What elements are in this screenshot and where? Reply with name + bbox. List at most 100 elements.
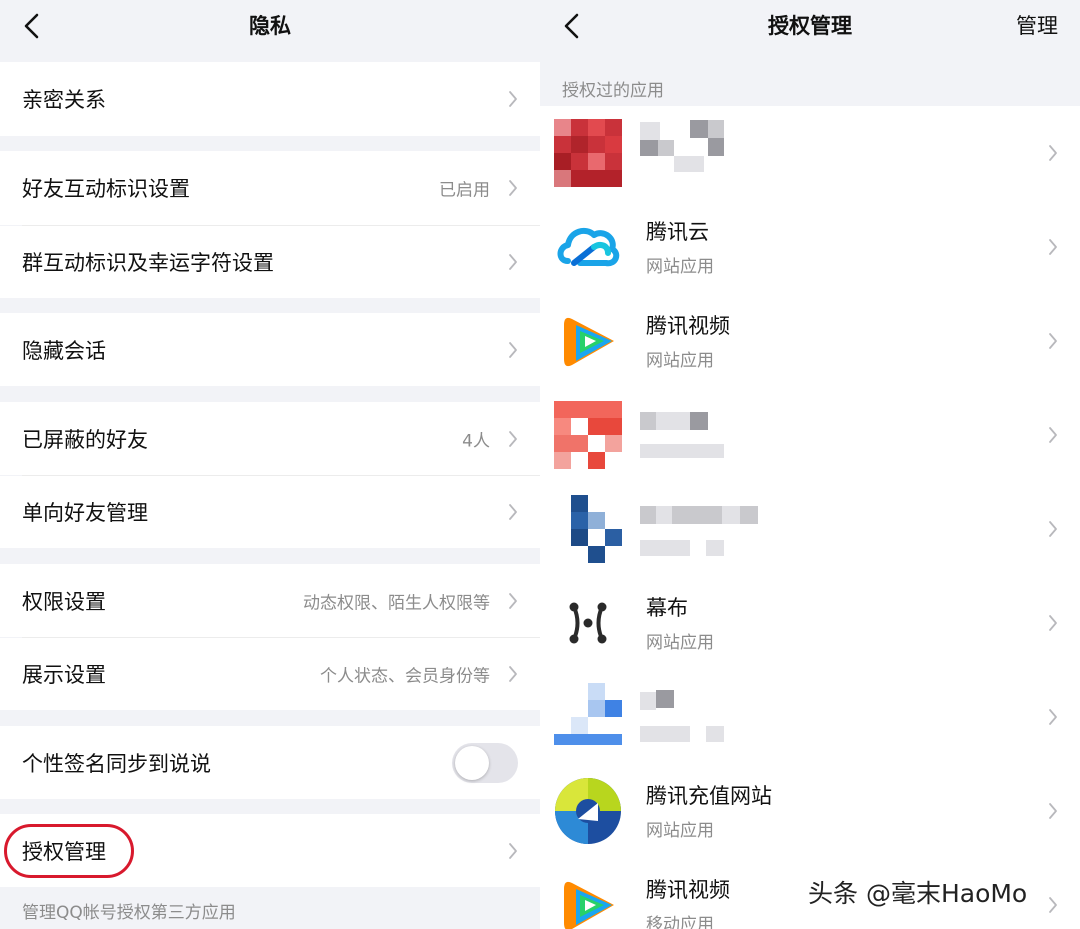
chevron-right-icon [508,503,518,521]
chevron-right-icon [508,592,518,610]
authorization-management-screen: 授权管理 管理 授权过的应用 腾讯云 网站应用 腾讯视频 网站应用 幕布 网站应… [540,0,1080,929]
app-name: 腾讯视频 [646,878,730,902]
chevron-right-icon [1048,144,1058,162]
manage-button[interactable]: 管理 [1016,10,1058,40]
app-row[interactable]: 腾讯视频 网站应用 [540,294,1080,388]
friend-interaction-badge-item[interactable]: 好友互动标识设置 已启用 [0,151,540,225]
blurred-name-block [658,140,674,156]
app-row[interactable] [540,482,1080,576]
blurred-type-block [640,540,690,556]
hidden-chats-item[interactable]: 隐藏会话 [0,313,540,386]
back-chevron-icon[interactable] [560,12,584,40]
chevron-right-icon [1048,520,1058,538]
app-type: 网站应用 [646,351,714,371]
app-name: 腾讯充值网站 [646,784,772,808]
chevron-right-icon [1048,238,1058,256]
mubu-icon [554,589,622,657]
intimate-relationship-item[interactable]: 亲密关系 [0,62,540,136]
chevron-right-icon [1048,332,1058,350]
blurred-name-block [690,120,708,138]
blurred-red-icon [554,119,622,187]
item-label: 群互动标识及幸运字符设置 [22,251,274,275]
item-label: 展示设置 [22,663,106,687]
signature-sync-item: 个性签名同步到说说 [0,726,540,799]
item-value: 动态权限、陌生人权限等 [303,593,490,613]
blurred-type-block [706,726,724,742]
back-chevron-icon[interactable] [20,12,44,40]
app-row[interactable]: 幕布 网站应用 [540,576,1080,670]
blocked-friends-item[interactable]: 已屏蔽的好友 4人 [0,402,540,475]
privacy-screen: 隐私 亲密关系 好友互动标识设置 已启用 群互动标识及幸运字符设置 隐藏会话 已… [0,0,540,929]
chevron-right-icon [1048,614,1058,632]
blurred-blue-icon [554,495,622,563]
display-settings-item[interactable]: 展示设置 个人状态、会员身份等 [0,638,540,710]
item-value: 个人状态、会员身份等 [320,666,490,687]
tencent-video-icon [554,871,622,929]
app-name: 腾讯视频 [646,314,730,338]
blurred-lightblue-icon [554,683,622,751]
blurred-name-block [708,120,724,138]
app-row[interactable] [540,388,1080,482]
item-value: 已启用 [439,180,490,201]
item-label: 权限设置 [22,589,106,614]
blurred-name-block [672,506,722,524]
authorization-management-item[interactable]: 授权管理 [0,814,540,887]
signature-sync-toggle[interactable] [452,742,518,783]
blurred-name-block [722,506,740,524]
blurred-red-icon [554,401,622,469]
chevron-right-icon [508,430,518,448]
item-value: 4人 [462,431,490,451]
toggle-knob [455,745,489,780]
item-label: 单向好友管理 [22,501,148,525]
item-label: 授权管理 [22,839,106,864]
privacy-nav-bar: 隐私 [0,0,540,52]
blurred-name-block [656,412,690,430]
watermark-text: 头条 @毫末HaoMo [808,879,1028,908]
app-type: 网站应用 [646,821,714,841]
chevron-right-icon [1048,896,1058,914]
group-interaction-badge-item[interactable]: 群互动标识及幸运字符设置 [0,226,540,298]
blurred-name-block [640,122,660,140]
blurred-name-block [640,506,656,524]
chevron-right-icon [1048,426,1058,444]
chevron-right-icon [1048,708,1058,726]
chevron-right-icon [508,253,518,271]
chevron-right-icon [508,842,518,860]
tencent-video-icon [554,307,622,375]
blurred-type-block [640,726,690,742]
section-header: 授权过的应用 [562,81,664,101]
app-type: 移动应用 [646,915,714,929]
blurred-name-block [740,506,758,524]
chevron-right-icon [1048,802,1058,820]
app-name: 幕布 [646,596,688,620]
item-label: 好友互动标识设置 [22,177,190,201]
chevron-right-icon [508,90,518,108]
page-title: 授权管理 [768,14,852,38]
app-name: 腾讯云 [646,220,709,244]
blurred-name-block [690,412,708,430]
one-way-friends-item[interactable]: 单向好友管理 [0,476,540,548]
blurred-name-block [674,156,704,172]
blurred-type-block [640,444,724,458]
permission-settings-item[interactable]: 权限设置 动态权限、陌生人权限等 [0,564,540,637]
app-row[interactable]: 腾讯云 网站应用 [540,200,1080,294]
chevron-right-icon [508,179,518,197]
item-label: 已屏蔽的好友 [22,427,148,452]
item-label: 个性签名同步到说说 [22,751,211,776]
blurred-name-block [640,140,658,156]
app-row[interactable] [540,670,1080,764]
page-title: 隐私 [249,14,291,38]
blurred-name-block [640,692,656,710]
blurred-name-block [708,138,724,156]
tencent-recharge-icon [554,777,622,845]
item-label: 隐藏会话 [22,338,106,363]
blurred-name-block [656,690,674,708]
chevron-right-icon [508,665,518,683]
app-type: 网站应用 [646,633,714,653]
authorized-app-list: 腾讯云 网站应用 腾讯视频 网站应用 幕布 网站应用 腾讯充值网站 网站应用 腾… [540,106,1080,929]
app-row[interactable]: 腾讯充值网站 网站应用 [540,764,1080,858]
item-label: 亲密关系 [22,88,106,112]
blurred-name-block [656,506,672,524]
app-type: 网站应用 [646,257,714,277]
app-row[interactable] [540,106,1080,200]
